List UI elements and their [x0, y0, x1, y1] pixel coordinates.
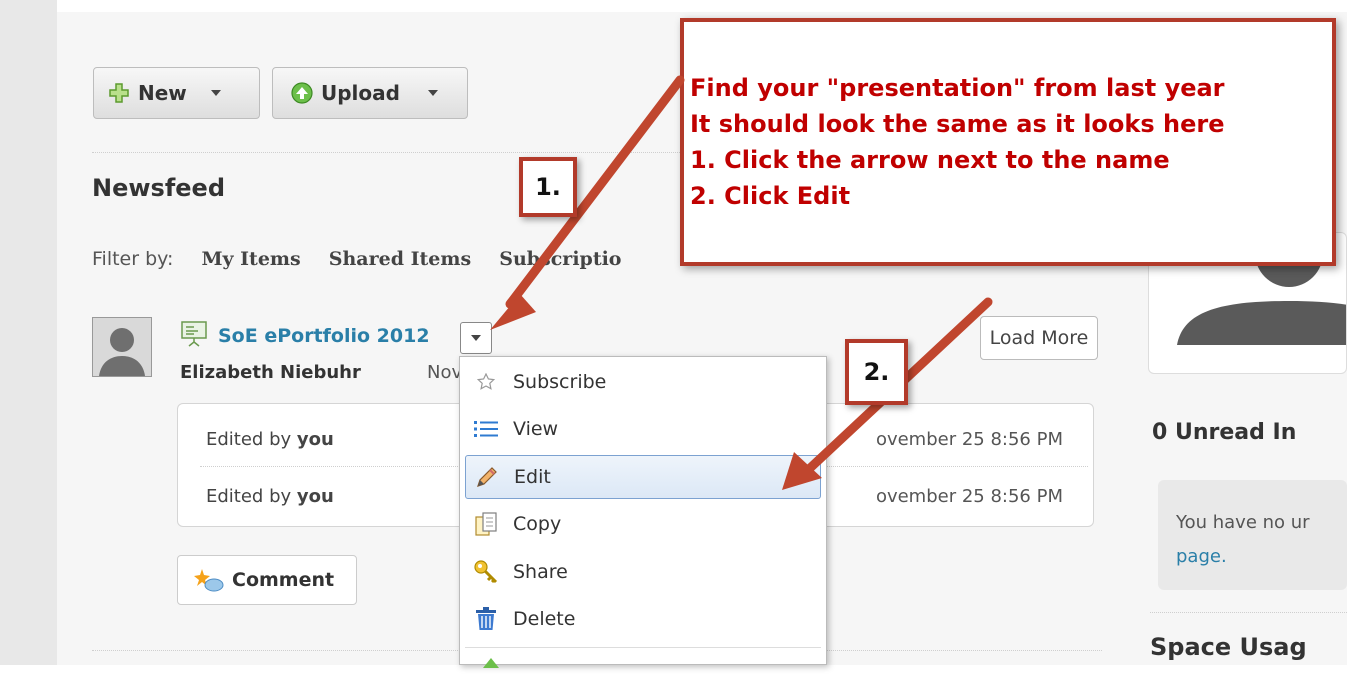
unread-title: 0 Unread In: [1152, 420, 1297, 445]
menu-item-label: Copy: [513, 513, 562, 535]
filter-subscriptions[interactable]: Subscriptio: [499, 248, 621, 270]
filter-my-items[interactable]: My Items: [201, 248, 300, 270]
filter-bar: Filter by: My Items Shared Items Subscri…: [92, 248, 622, 270]
load-more-button[interactable]: Load More: [980, 316, 1098, 360]
item-menu-arrow-button[interactable]: [460, 322, 492, 354]
item-context-menu: Subscribe View Edit Copy Share Delete: [459, 356, 827, 668]
menu-item-label: Edit: [514, 466, 551, 488]
divider: [1150, 612, 1347, 613]
menu-item-view[interactable]: View: [465, 407, 821, 451]
presentation-icon: [180, 320, 208, 352]
filter-label: Filter by:: [92, 248, 174, 270]
new-button-label: New: [138, 81, 187, 105]
menu-item-delete[interactable]: Delete: [465, 597, 821, 641]
notice-link[interactable]: page.: [1176, 546, 1227, 567]
callout-line: Find your "presentation" from last year: [690, 74, 1225, 102]
chevron-down-icon: [471, 335, 481, 341]
notice-text: You have no ur: [1176, 512, 1310, 533]
star-icon: [471, 368, 501, 396]
item-date: Nov: [427, 362, 463, 383]
activity-row: Edited by you: [206, 486, 334, 507]
instruction-callout: Find your "presentation" from last year …: [680, 18, 1336, 266]
trash-icon: [471, 605, 501, 633]
copy-icon: [471, 510, 501, 538]
activity-text: Edited by: [206, 429, 297, 450]
step-2-badge: 2.: [845, 339, 908, 405]
comment-button-label: Comment: [232, 569, 335, 591]
plus-icon: [108, 82, 130, 104]
callout-line: 2. Click Edit: [690, 182, 851, 210]
menu-item-share[interactable]: Share: [465, 550, 821, 594]
unread-notice: You have no ur page.: [1158, 480, 1347, 590]
item-author: Elizabeth Niebuhr: [180, 362, 361, 383]
menu-item-label: View: [513, 418, 559, 440]
activity-row: Edited by you: [206, 429, 334, 450]
upload-button[interactable]: Upload: [272, 67, 468, 119]
activity-user: you: [296, 429, 334, 450]
key-icon: [471, 558, 501, 586]
pencil-icon: [472, 463, 502, 491]
menu-item-label: Subscribe: [513, 371, 607, 393]
menu-item-label: Share: [513, 561, 568, 583]
item-title-link[interactable]: SoE ePortfolio 2012: [218, 325, 430, 347]
menu-item-subscribe[interactable]: Subscribe: [465, 360, 821, 404]
list-icon: [471, 415, 501, 443]
chevron-down-icon: [210, 90, 221, 96]
step-1-badge: 1.: [519, 157, 577, 217]
chevron-down-icon: [427, 90, 438, 96]
comment-button[interactable]: Comment: [177, 555, 357, 605]
callout-line: 1. Click the arrow next to the name: [690, 146, 1170, 174]
page-title: Newsfeed: [92, 174, 225, 202]
top-bar: [57, 0, 1347, 12]
activity-user: you: [296, 486, 334, 507]
upload-icon: [291, 82, 313, 104]
menu-item-label: Delete: [513, 608, 576, 630]
callout-line: It should look the same as it looks here: [690, 110, 1225, 138]
activity-time: ovember 25 8:56 PM: [875, 486, 1063, 507]
menu-item-edit[interactable]: Edit: [465, 455, 821, 499]
activity-text: Edited by: [206, 486, 297, 507]
comment-icon: [194, 567, 224, 593]
space-usage-title: Space Usag: [1150, 633, 1307, 661]
left-gutter: [0, 0, 57, 665]
menu-item-copy[interactable]: Copy: [465, 502, 821, 546]
new-button[interactable]: New: [93, 67, 260, 119]
divider: [465, 647, 821, 648]
filter-shared-items[interactable]: Shared Items: [329, 248, 471, 270]
activity-time: ovember 25 8:56 PM: [875, 429, 1063, 450]
upload-button-label: Upload: [321, 81, 400, 105]
avatar: [92, 317, 152, 377]
